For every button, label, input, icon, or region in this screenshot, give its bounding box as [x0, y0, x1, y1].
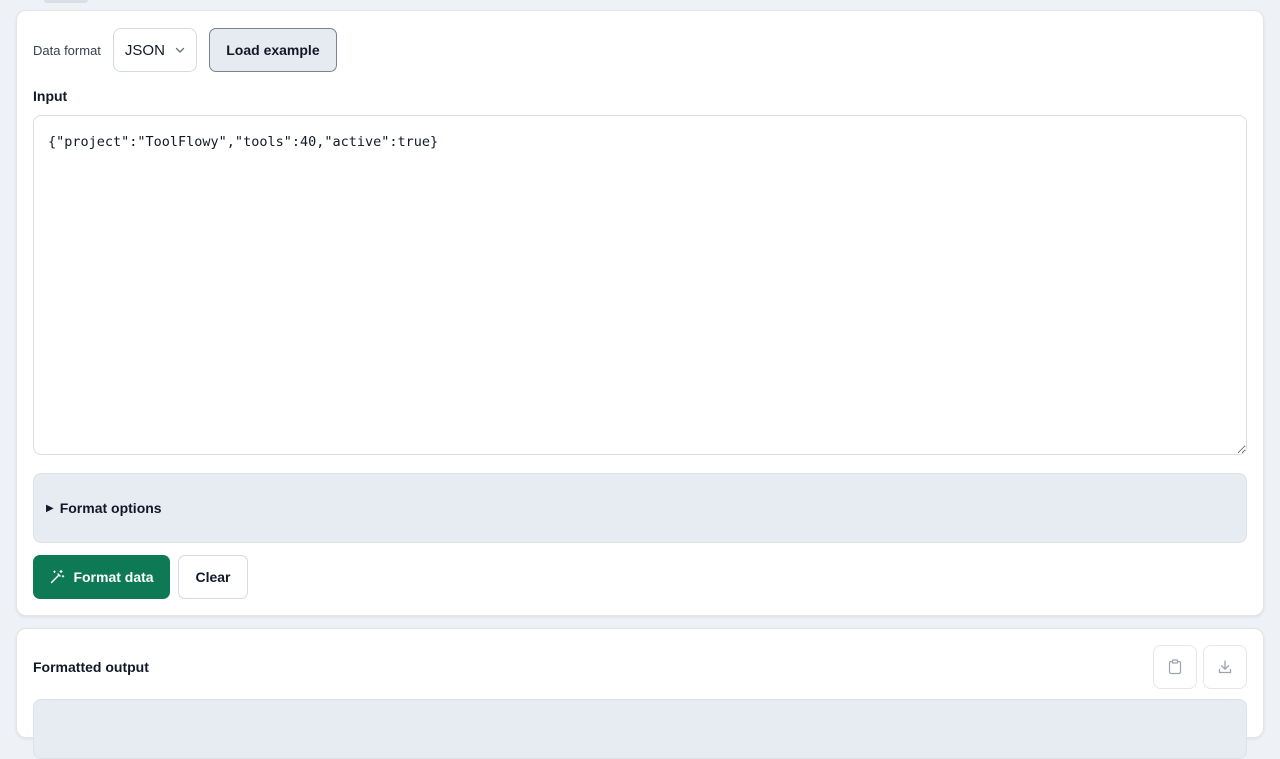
formatter-card: Data format JSON Load example Input {"pr… [16, 10, 1264, 616]
format-options-label: Format options [59, 500, 162, 516]
copy-button[interactable] [1153, 645, 1197, 689]
triangle-right-icon: ▶ [46, 502, 54, 514]
output-area [33, 699, 1247, 759]
data-format-label: Data format [33, 42, 101, 58]
download-icon [1218, 660, 1232, 674]
load-example-button[interactable]: Load example [208, 28, 337, 72]
action-buttons: Format data Clear [33, 555, 248, 599]
download-button[interactable] [1203, 645, 1247, 689]
format-options-toggle[interactable]: ▶ Format options [33, 473, 1247, 543]
toolbar: Data format JSON Load example [33, 28, 337, 72]
format-data-button[interactable]: Format data [33, 555, 170, 599]
data-format-select[interactable]: JSON [112, 28, 197, 72]
format-data-label: Format data [73, 569, 154, 585]
output-title: Formatted output [33, 659, 149, 675]
input-label: Input [33, 88, 68, 104]
data-format-value: JSON [124, 41, 165, 59]
magic-wand-icon [51, 569, 65, 584]
input-textarea[interactable]: {"project":"ToolFlowy","tools":40,"activ… [33, 115, 1247, 455]
chevron-down-icon [175, 47, 185, 53]
clear-button[interactable]: Clear [178, 555, 248, 599]
top-tab-edge [44, 0, 88, 3]
clipboard-icon [1168, 659, 1182, 675]
output-card: Formatted output [16, 628, 1264, 759]
